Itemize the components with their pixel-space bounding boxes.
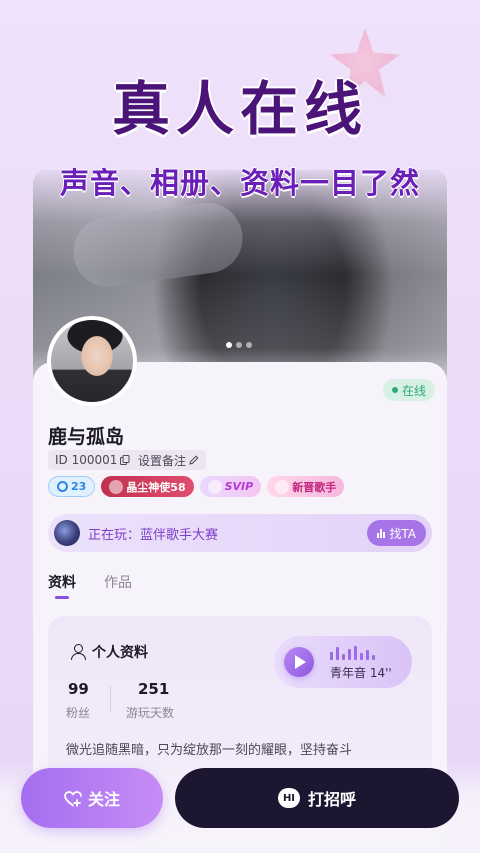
game-icon xyxy=(54,520,80,546)
level-badge: 23 xyxy=(48,476,96,497)
online-status-label: 在线 xyxy=(402,383,427,398)
tab-works[interactable]: 作品 xyxy=(104,572,132,592)
play-days-count: 251 xyxy=(138,680,170,698)
now-playing-bar[interactable]: 正在玩：蓝伴歌手大赛 找TA xyxy=(48,514,432,552)
online-status-badge: 在线 xyxy=(383,379,436,401)
new-singer-badge: 新晋歌手 xyxy=(267,476,345,497)
follow-button[interactable]: 关注 xyxy=(21,768,163,828)
promo-headline: 真人在线 xyxy=(111,75,368,143)
find-ta-button[interactable]: 找TA xyxy=(367,520,426,546)
profile-name: 鹿与孤岛 xyxy=(48,426,125,448)
svip-badge: SVIP xyxy=(199,476,262,497)
personal-info-title: 个人资料 xyxy=(70,642,148,662)
badge-row: 23 晶尘神使58 SVIP 新晋歌手 xyxy=(48,476,345,497)
set-remark-label: 设置备注 xyxy=(138,453,187,468)
set-remark-button[interactable]: 设置备注 xyxy=(131,450,207,470)
online-dot-icon xyxy=(392,387,398,393)
carousel-dot xyxy=(226,342,232,348)
sound-bars-icon xyxy=(377,528,386,538)
personal-info-label: 个人资料 xyxy=(92,645,148,661)
copy-icon xyxy=(120,455,130,465)
play-icon[interactable] xyxy=(284,647,314,677)
greet-label: 打招呼 xyxy=(307,790,356,809)
waveform-icon xyxy=(330,646,375,660)
edit-icon xyxy=(189,455,199,465)
new-singer-label: 新晋歌手 xyxy=(292,480,337,494)
user-id-chip[interactable]: ID 100001 xyxy=(48,450,138,470)
bio-text: 微光追随黑暗，只为绽放那一刻的耀眼，坚持奋斗 xyxy=(66,743,353,758)
crown-icon xyxy=(109,479,124,494)
crystal-envoy-badge: 晶尘神使58 xyxy=(101,476,194,497)
greet-button[interactable]: HI 打招呼 xyxy=(175,768,459,828)
user-id: ID 100001 xyxy=(55,453,118,467)
play-days-label: 游玩天数 xyxy=(126,706,175,720)
carousel-dot xyxy=(236,342,242,348)
svip-label: SVIP xyxy=(224,480,254,493)
follow-label: 关注 xyxy=(87,790,120,809)
now-playing-text: 正在玩：蓝伴歌手大赛 xyxy=(88,527,219,543)
person-icon xyxy=(70,644,86,660)
diamond-icon xyxy=(207,479,222,494)
tab-profile[interactable]: 资料 xyxy=(48,572,76,599)
crystal-envoy-label: 晶尘神使58 xyxy=(126,480,186,494)
promo-subline: 声音、相册、资料一目了然 xyxy=(59,166,420,200)
find-ta-label: 找TA xyxy=(389,526,416,541)
carousel-dot xyxy=(246,342,252,348)
voice-intro-player[interactable]: 青年音 14'' xyxy=(274,636,412,688)
fans-label: 粉丝 xyxy=(66,706,91,720)
carousel-indicator xyxy=(226,342,252,348)
fans-count: 99 xyxy=(68,680,89,698)
level-value: 23 xyxy=(71,480,87,493)
gender-male-icon xyxy=(57,481,68,492)
profile-tabs: 资料 作品 xyxy=(48,572,132,599)
heart-plus-icon xyxy=(64,790,82,807)
singer-avatar-icon xyxy=(275,479,290,494)
stat-divider xyxy=(110,686,111,712)
avatar[interactable] xyxy=(47,316,137,406)
voice-label: 青年音 14'' xyxy=(330,666,392,680)
hi-chat-icon: HI xyxy=(277,788,300,808)
